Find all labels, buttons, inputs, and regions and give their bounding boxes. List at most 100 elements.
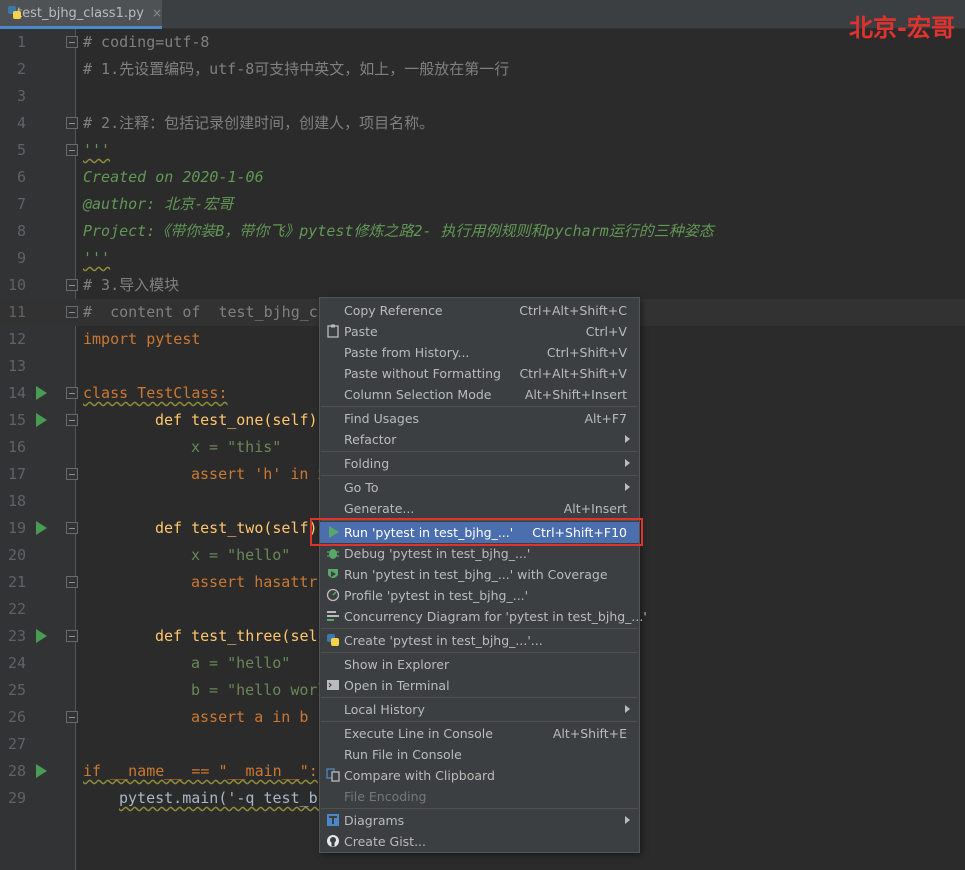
menu-item-file-encoding: File Encoding (344, 789, 427, 804)
tab-close-icon[interactable]: × (152, 6, 162, 20)
menu-item-debug-pytest[interactable]: Debug 'pytest in test_bjhg_...' (320, 543, 639, 564)
line-number: 7 (16, 195, 26, 213)
annotation-highlight-box (310, 518, 643, 546)
code-line: def test_three(self (155, 627, 327, 645)
submenu-arrow-icon (625, 459, 630, 467)
code-line: def test_one(self) (155, 411, 318, 429)
menu-separator (321, 475, 638, 476)
code-line: x = "this" (191, 438, 282, 456)
menu-item-compare-with-clipboard[interactable]: Compare with Clipboard (320, 765, 639, 786)
menu-item-concurrency-diagram[interactable]: Concurrency Diagram for 'pytest in test_… (320, 606, 647, 627)
menu-item-find-usages[interactable]: Find Usages Alt+F7 (320, 408, 639, 429)
menu-item-show-in-explorer[interactable]: Show in Explorer (320, 654, 639, 675)
menu-item-paste[interactable]: Paste Ctrl+V (320, 321, 639, 342)
code-line: import pytest (83, 330, 201, 348)
menu-item-profile[interactable]: Profile 'pytest in test_bjhg_...' (320, 585, 639, 606)
fold-icon[interactable] (66, 414, 78, 426)
fold-icon[interactable] (66, 306, 78, 318)
code-line: def test_two(self) (155, 519, 318, 537)
line-number: 24 (7, 654, 26, 672)
menu-item-generate[interactable]: Generate... Alt+Insert (320, 498, 639, 519)
menu-item-paste-without-formatting[interactable]: Paste without Formatting Ctrl+Alt+Shift+V (320, 363, 639, 384)
code-line: # 1.先设置编码，utf-8可支持中英文，如上，一般放在第一行 (83, 60, 510, 78)
fold-icon[interactable] (66, 711, 78, 723)
menu-separator (321, 628, 638, 629)
menu-separator (321, 697, 638, 698)
line-number: 29 (7, 789, 26, 807)
line-number: 2 (16, 60, 26, 78)
line-number: 27 (7, 735, 26, 753)
run-gutter-icon[interactable] (36, 764, 47, 778)
fold-icon[interactable] (66, 468, 78, 480)
fold-icon[interactable] (66, 576, 78, 588)
menu-separator (321, 451, 638, 452)
line-number: 23 (7, 627, 26, 645)
code-line: class TestClass: (83, 384, 228, 402)
menu-separator (321, 406, 638, 407)
fold-icon[interactable] (66, 630, 78, 642)
code-line: # coding=utf-8 (83, 33, 210, 51)
line-number: 9 (16, 249, 26, 267)
menu-item-run-file-in-console[interactable]: Run File in Console (320, 744, 639, 765)
menu-item-folding[interactable]: Folding (320, 453, 639, 474)
code-line: ''' (83, 249, 111, 267)
tab-test-bjhg-class1[interactable]: test_bjhg_class1.py × (0, 0, 162, 29)
coverage-icon (326, 567, 340, 581)
menu-item-create-configuration[interactable]: Create 'pytest in test_bjhg_...'... (320, 630, 639, 651)
code-line: b = "hello worl (191, 681, 327, 699)
line-number: 28 (7, 762, 26, 780)
menu-item-run-with-coverage[interactable]: Run 'pytest in test_bjhg_...' with Cover… (320, 564, 639, 585)
python-file-icon (8, 6, 21, 20)
line-number: 15 (7, 411, 26, 429)
run-gutter-icon[interactable] (36, 386, 47, 400)
submenu-arrow-icon (625, 816, 630, 824)
menu-item-copy-reference[interactable]: Copy Reference Ctrl+Alt+Shift+C (320, 300, 639, 321)
line-number: 17 (7, 465, 26, 483)
line-number: 6 (16, 168, 26, 186)
menu-separator (321, 652, 638, 653)
fold-icon[interactable] (66, 522, 78, 534)
submenu-arrow-icon (625, 435, 630, 443)
code-line: x = "hello" (191, 546, 291, 564)
clipboard-icon (326, 324, 340, 338)
fold-icon[interactable] (66, 36, 78, 48)
line-number: 20 (7, 546, 26, 564)
menu-item-column-selection-mode[interactable]: Column Selection Mode Alt+Shift+Insert (320, 384, 639, 405)
line-number: 10 (7, 276, 26, 294)
fold-icon[interactable] (66, 387, 78, 399)
line-number: 22 (7, 600, 26, 618)
run-gutter-icon[interactable] (36, 521, 47, 535)
submenu-arrow-icon (625, 483, 630, 491)
menu-item-refactor[interactable]: Refactor (320, 429, 639, 450)
tab-label: test_bjhg_class1.py (16, 5, 144, 21)
menu-item-create-gist[interactable]: Create Gist... (320, 831, 639, 852)
fold-icon[interactable] (66, 279, 78, 291)
code-line: # 3.导入模块 (83, 276, 180, 294)
line-number: 4 (16, 114, 26, 132)
code-line: Created on 2020-1-06 (83, 168, 264, 186)
line-number: 3 (16, 87, 26, 105)
code-line: @author: 北京-宏哥 (83, 195, 234, 213)
line-number: 8 (16, 222, 26, 240)
menu-item-execute-line-in-console[interactable]: Execute Line in Console Alt+Shift+E (320, 723, 639, 744)
code-line: # 2.注释：包括记录创建时间，创建人，项目名称。 (83, 114, 435, 132)
line-number: 14 (7, 384, 26, 402)
fold-icon[interactable] (66, 144, 78, 156)
line-number: 26 (7, 708, 26, 726)
menu-item-go-to[interactable]: Go To (320, 477, 639, 498)
code-line: # content of test_bjhg_c (83, 303, 318, 321)
line-number: 18 (7, 492, 26, 510)
menu-item-open-in-terminal[interactable]: Open in Terminal (320, 675, 639, 696)
fold-icon[interactable] (66, 117, 78, 129)
code-line: a = "hello" (191, 654, 291, 672)
run-gutter-icon[interactable] (36, 629, 47, 643)
compare-icon (326, 768, 340, 782)
line-number: 11 (7, 303, 26, 321)
menu-item-paste-from-history[interactable]: Paste from History... Ctrl+Shift+V (320, 342, 639, 363)
diagram-icon (326, 813, 340, 827)
run-gutter-icon[interactable] (36, 413, 47, 427)
line-number: 16 (7, 438, 26, 456)
menu-item-diagrams[interactable]: Diagrams (320, 810, 639, 831)
concurrency-icon (326, 609, 340, 623)
menu-item-local-history[interactable]: Local History (320, 699, 639, 720)
